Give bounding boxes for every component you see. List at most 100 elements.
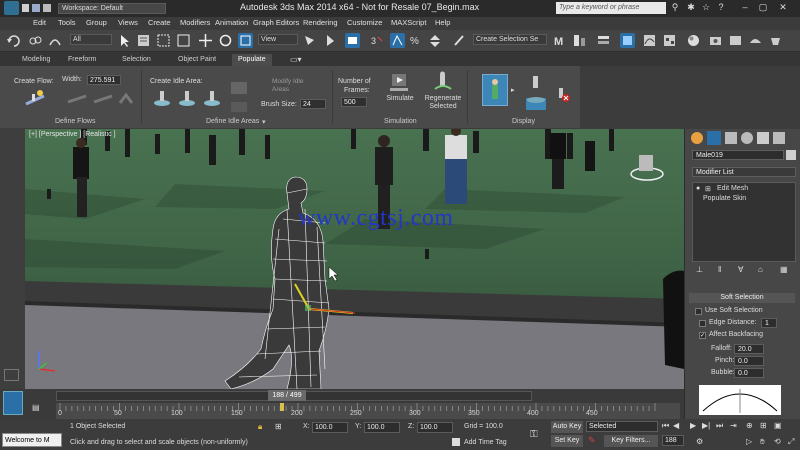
pivot-icon[interactable]: [302, 33, 317, 48]
layer-manager-icon[interactable]: [596, 33, 611, 48]
close-icon[interactable]: ✕: [776, 1, 790, 14]
modifier-list-select[interactable]: Modifier List: [692, 167, 796, 177]
simulate-button[interactable]: Simulate: [384, 71, 416, 111]
edge-distance-field[interactable]: 1: [761, 318, 777, 328]
bulb-icon[interactable]: ●: [696, 185, 700, 192]
bind-space-warp-icon[interactable]: [48, 33, 63, 48]
object-name-field[interactable]: Male019: [692, 150, 784, 160]
time-tag-icon[interactable]: [452, 438, 460, 446]
y-coordinate-field[interactable]: 100.0: [364, 422, 400, 433]
regenerate-selected-button[interactable]: Regenerate Selected: [422, 71, 464, 115]
maximize-viewport-icon[interactable]: ⤢: [788, 437, 794, 447]
display-tab-icon[interactable]: [757, 132, 769, 144]
render-iterative-icon[interactable]: [768, 33, 783, 48]
falloff-field[interactable]: 20.0: [734, 344, 764, 354]
select-object-icon[interactable]: [117, 33, 132, 48]
make-unique-icon[interactable]: ∀: [738, 265, 743, 274]
display-people-icon[interactable]: [482, 74, 508, 106]
x-coordinate-field[interactable]: 100.0: [312, 422, 348, 433]
select-by-name-icon[interactable]: [136, 33, 151, 48]
utilities-tab-icon[interactable]: [773, 132, 785, 144]
spinner-snap-icon[interactable]: [428, 33, 443, 48]
modify-idle-areas-button[interactable]: Modify Idle Areas: [272, 78, 312, 96]
flow-tool-3-icon[interactable]: [118, 92, 134, 105]
help-icon[interactable]: ?: [714, 1, 728, 14]
field-of-view-icon[interactable]: ▷: [746, 437, 752, 446]
viewport-thumbnail[interactable]: [3, 391, 23, 415]
expand-icon[interactable]: ⊞: [705, 185, 711, 193]
display-proxy-icon[interactable]: [524, 74, 548, 112]
create-tab-icon[interactable]: [691, 132, 703, 144]
tab-selection[interactable]: Selection: [116, 54, 157, 66]
rect-region-icon[interactable]: [156, 33, 171, 48]
search-input[interactable]: Type a keyword or phrase: [556, 2, 666, 14]
hierarchy-tab-icon[interactable]: [725, 132, 737, 144]
remove-modifier-icon[interactable]: ⌂: [758, 265, 763, 274]
frames-field[interactable]: 500: [341, 97, 367, 107]
dropdown-arrow-icon[interactable]: ▾: [262, 118, 266, 126]
selection-filter-select[interactable]: All: [70, 34, 112, 45]
reference-coordinate-select[interactable]: View: [258, 34, 298, 45]
use-soft-selection-checkbox[interactable]: [695, 308, 702, 315]
key-filters-button[interactable]: Key Filters...: [604, 435, 658, 447]
app-logo-icon[interactable]: [4, 1, 19, 15]
curve-editor-icon[interactable]: [642, 33, 657, 48]
time-slider-handle[interactable]: 188 / 499: [268, 390, 306, 401]
object-color-swatch[interactable]: [786, 150, 796, 160]
edit-named-selection-icon[interactable]: [452, 33, 467, 48]
width-field[interactable]: 275.591: [87, 75, 121, 85]
set-key-button[interactable]: Set Key: [551, 435, 583, 447]
stack-item-edit-mesh[interactable]: ● ⊞ Edit Mesh: [693, 185, 795, 194]
menu-graph-editors[interactable]: Graph Editors: [253, 18, 299, 27]
z-coordinate-field[interactable]: 100.0: [417, 422, 453, 433]
menu-help[interactable]: Help: [435, 18, 450, 27]
select-manipulate-icon[interactable]: [323, 33, 338, 48]
motion-tab-icon[interactable]: [741, 132, 753, 144]
menu-group[interactable]: Group: [86, 18, 107, 27]
undo-icon[interactable]: [6, 33, 21, 48]
next-frame-icon[interactable]: ▶|: [702, 421, 710, 430]
delete-population-icon[interactable]: [554, 86, 572, 104]
render-setup-icon[interactable]: [708, 33, 723, 48]
rotate-icon[interactable]: [218, 33, 233, 48]
tab-modeling[interactable]: Modeling: [16, 54, 56, 66]
display-dropdown-icon[interactable]: ▸: [511, 86, 515, 94]
menu-maxscript[interactable]: MAXScript: [391, 18, 426, 27]
window-crossing-icon[interactable]: [176, 33, 191, 48]
play-icon[interactable]: ▶: [690, 421, 696, 430]
go-to-end-icon[interactable]: ⏭: [716, 421, 723, 431]
rollout-header[interactable]: Soft Selection: [689, 293, 795, 303]
graphite-tools-icon[interactable]: [620, 33, 635, 48]
pinch-field[interactable]: 0.0: [734, 356, 764, 366]
rendered-frame-window-icon[interactable]: [728, 33, 743, 48]
angle-snap-icon[interactable]: [390, 33, 405, 48]
material-editor-icon[interactable]: [686, 33, 701, 48]
track-bar-icon[interactable]: ▤: [32, 403, 44, 413]
flow-tool-1-icon[interactable]: [66, 94, 88, 104]
mirror-icon[interactable]: M: [552, 33, 567, 48]
menu-views[interactable]: Views: [118, 18, 138, 27]
go-to-start-icon[interactable]: ⏮: [662, 421, 669, 431]
link-icon[interactable]: [28, 33, 43, 48]
render-production-icon[interactable]: [748, 33, 763, 48]
show-end-result-icon[interactable]: ‖: [718, 265, 721, 274]
time-config-icon[interactable]: ⚙: [696, 437, 703, 446]
lock-selection-icon[interactable]: 🔒︎: [258, 422, 262, 432]
scale-icon[interactable]: [238, 33, 253, 48]
zoom-extents-icon[interactable]: ▣: [774, 421, 782, 430]
ribbon-options-icon[interactable]: ▭▾: [290, 55, 304, 65]
auto-key-button[interactable]: Auto Key: [551, 421, 583, 433]
key-mode-select[interactable]: Selected: [586, 421, 658, 432]
quick-access-icons[interactable]: [22, 3, 54, 13]
tab-freeform[interactable]: Freeform: [62, 54, 102, 66]
schematic-view-icon[interactable]: [662, 33, 677, 48]
percent-snap-icon[interactable]: %: [408, 33, 423, 48]
menu-modifiers[interactable]: Modifiers: [180, 18, 210, 27]
add-time-tag[interactable]: Add Time Tag: [464, 439, 507, 446]
edge-distance-checkbox[interactable]: [699, 320, 706, 327]
zoom-icon[interactable]: ⊕: [746, 421, 753, 430]
affect-backfacing-checkbox[interactable]: ✓: [699, 332, 706, 339]
maximize-icon[interactable]: ▢: [756, 1, 770, 14]
menu-edit[interactable]: Edit: [33, 18, 46, 27]
flow-tool-2-icon[interactable]: [92, 94, 114, 104]
